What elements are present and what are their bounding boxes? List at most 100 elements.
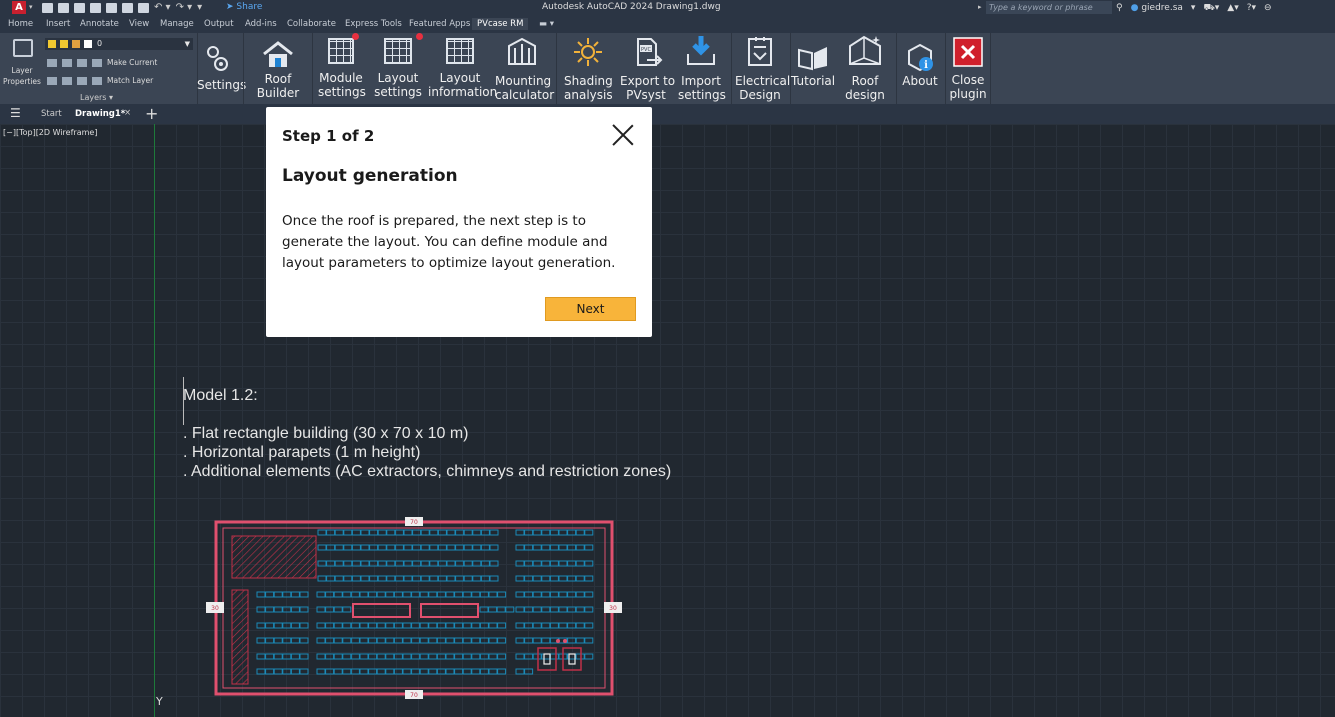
tab-home[interactable]: Home <box>8 19 33 29</box>
settings-button[interactable]: Settings <box>197 33 246 104</box>
pv-module <box>455 560 465 567</box>
plot-icon[interactable] <box>138 3 149 13</box>
roof-builder-button[interactable]: Roof Builder <box>254 33 302 104</box>
pv-module <box>412 544 422 551</box>
layer-tool-icon <box>47 59 57 67</box>
hamburger-menu-icon[interactable]: ☰ <box>10 107 21 119</box>
layout-information-label-2: information <box>428 85 498 99</box>
binoculars-search-icon[interactable]: ⚲ <box>1116 3 1123 13</box>
pv-module <box>377 560 387 567</box>
pv-module <box>480 560 490 567</box>
autocad-logo-icon[interactable]: A <box>12 1 26 14</box>
pv-module <box>350 622 360 629</box>
pv-module <box>369 575 379 582</box>
mounting-calculator-button[interactable]: Mounting calculator <box>495 33 554 104</box>
customize-qat-icon[interactable]: ▾ <box>197 3 202 13</box>
pv-module <box>385 622 395 629</box>
tab-manage[interactable]: Manage <box>160 19 194 29</box>
redo-icon[interactable]: ↷ ▾ <box>176 3 193 13</box>
tab-pvcase-rm[interactable]: PVcase RM <box>472 18 529 30</box>
drawing-canvas[interactable]: [−][Top][2D Wireframe] Y Model 1.2: . Fl… <box>0 124 1335 717</box>
module-settings-icon <box>328 38 354 64</box>
pv-module <box>333 591 343 598</box>
ribbon-options-icon[interactable]: ▬ ▾ <box>539 19 554 29</box>
close-plugin-button[interactable]: Close plugin <box>947 33 989 104</box>
layout-settings-button[interactable]: Layout settings <box>374 33 423 104</box>
search-expand-icon[interactable]: ▸ <box>978 3 982 11</box>
pv-module <box>575 622 585 629</box>
tab-annotate[interactable]: Annotate <box>80 19 119 29</box>
ribbon-separator <box>990 33 991 104</box>
new-tab-icon[interactable]: + <box>145 104 158 123</box>
import-settings-button[interactable]: Import settings <box>678 33 726 104</box>
export-pvsyst-label-1: Export to <box>620 74 676 88</box>
tab-output[interactable]: Output <box>204 19 234 29</box>
match-layer-button[interactable]: Match Layer <box>47 76 153 85</box>
pv-module <box>584 591 594 598</box>
shading-analysis-button[interactable]: Shading analysis <box>564 33 613 104</box>
open-file-icon[interactable] <box>58 3 69 13</box>
open-from-web-icon[interactable] <box>106 3 117 13</box>
layout-information-button[interactable]: Layout information <box>428 33 498 104</box>
electrical-design-button[interactable]: Electrical Design <box>735 33 790 104</box>
save-to-web-icon[interactable] <box>122 3 133 13</box>
pv-module <box>454 591 464 598</box>
tab-add-ins[interactable]: Add-ins <box>245 19 277 29</box>
title-bar: A ▾ ↶ ▾ ↷ ▾ ▾ ➤ Share Autodesk AutoCAD 2… <box>0 0 1335 16</box>
roof-layout-drawing[interactable]: 70 70 30 30 <box>200 514 630 704</box>
pv-module <box>446 529 456 536</box>
layer-dropdown[interactable]: 0 ▼ <box>45 38 193 50</box>
pv-module <box>273 637 283 644</box>
save-icon[interactable] <box>74 3 85 13</box>
shading-analysis-label-2: analysis <box>564 88 613 102</box>
cart-icon[interactable]: ⛟▾ <box>1203 3 1219 14</box>
about-button[interactable]: i About <box>899 33 941 104</box>
app-menu-caret-icon[interactable]: ▾ <box>29 3 33 11</box>
pv-module <box>437 575 447 582</box>
close-icon[interactable] <box>612 124 634 146</box>
pv-module <box>342 606 352 613</box>
pv-module <box>489 529 499 536</box>
save-as-icon[interactable] <box>90 3 101 13</box>
pv-module <box>472 560 482 567</box>
chevron-down-icon: ▼ <box>184 40 190 48</box>
viewport-controls[interactable]: [−][Top][2D Wireframe] <box>3 128 97 137</box>
layout-settings-icon <box>384 38 412 64</box>
share-button[interactable]: ➤ Share <box>226 2 262 12</box>
window-title: Autodesk AutoCAD 2024 Drawing1.dwg <box>542 2 721 12</box>
tutorial-button[interactable]: Tutorial <box>791 33 835 104</box>
help-search-input[interactable]: Type a keyword or phrase <box>986 1 1112 14</box>
pv-module <box>403 560 413 567</box>
layer-stack-icon <box>13 39 33 57</box>
user-account-button[interactable]: ● giedre.sa <box>1131 3 1183 13</box>
close-tab-icon[interactable]: × <box>124 108 131 118</box>
pv-module <box>480 529 490 536</box>
tab-express-tools[interactable]: Express Tools <box>345 19 402 29</box>
tab-view[interactable]: View <box>129 19 149 29</box>
pv-module <box>437 544 447 551</box>
mounting-calculator-icon <box>508 37 536 65</box>
close-plugin-label-2: plugin <box>949 87 987 101</box>
pv-module <box>497 591 507 598</box>
next-button[interactable]: Next <box>545 297 636 321</box>
make-current-button[interactable]: Make Current <box>47 58 157 67</box>
tab-start[interactable]: Start <box>41 109 62 119</box>
layers-panel-title[interactable]: Layers ▾ <box>80 93 113 102</box>
export-pvsyst-button[interactable]: PVC Export to PVsyst <box>620 33 676 104</box>
pv-module <box>496 606 506 613</box>
tab-featured-apps[interactable]: Featured Apps <box>409 19 470 29</box>
tab-drawing1[interactable]: Drawing1* <box>75 109 125 119</box>
minimize-icon[interactable]: ⊖ <box>1264 3 1272 13</box>
user-dropdown-icon[interactable]: ▾ <box>1191 3 1196 13</box>
module-settings-button[interactable]: Module settings <box>318 33 366 104</box>
info-icon: i <box>908 43 933 72</box>
tab-insert[interactable]: Insert <box>46 19 70 29</box>
new-file-icon[interactable] <box>42 3 53 13</box>
pv-module <box>532 560 542 567</box>
help-icon[interactable]: ?▾ <box>1247 3 1256 13</box>
autodesk-app-icon[interactable]: ▲▾ <box>1227 3 1238 13</box>
roof-design-button[interactable]: Roof design <box>841 33 889 104</box>
undo-icon[interactable]: ↶ ▾ <box>154 3 171 13</box>
tab-collaborate[interactable]: Collaborate <box>287 19 336 29</box>
pv-module <box>436 653 446 660</box>
